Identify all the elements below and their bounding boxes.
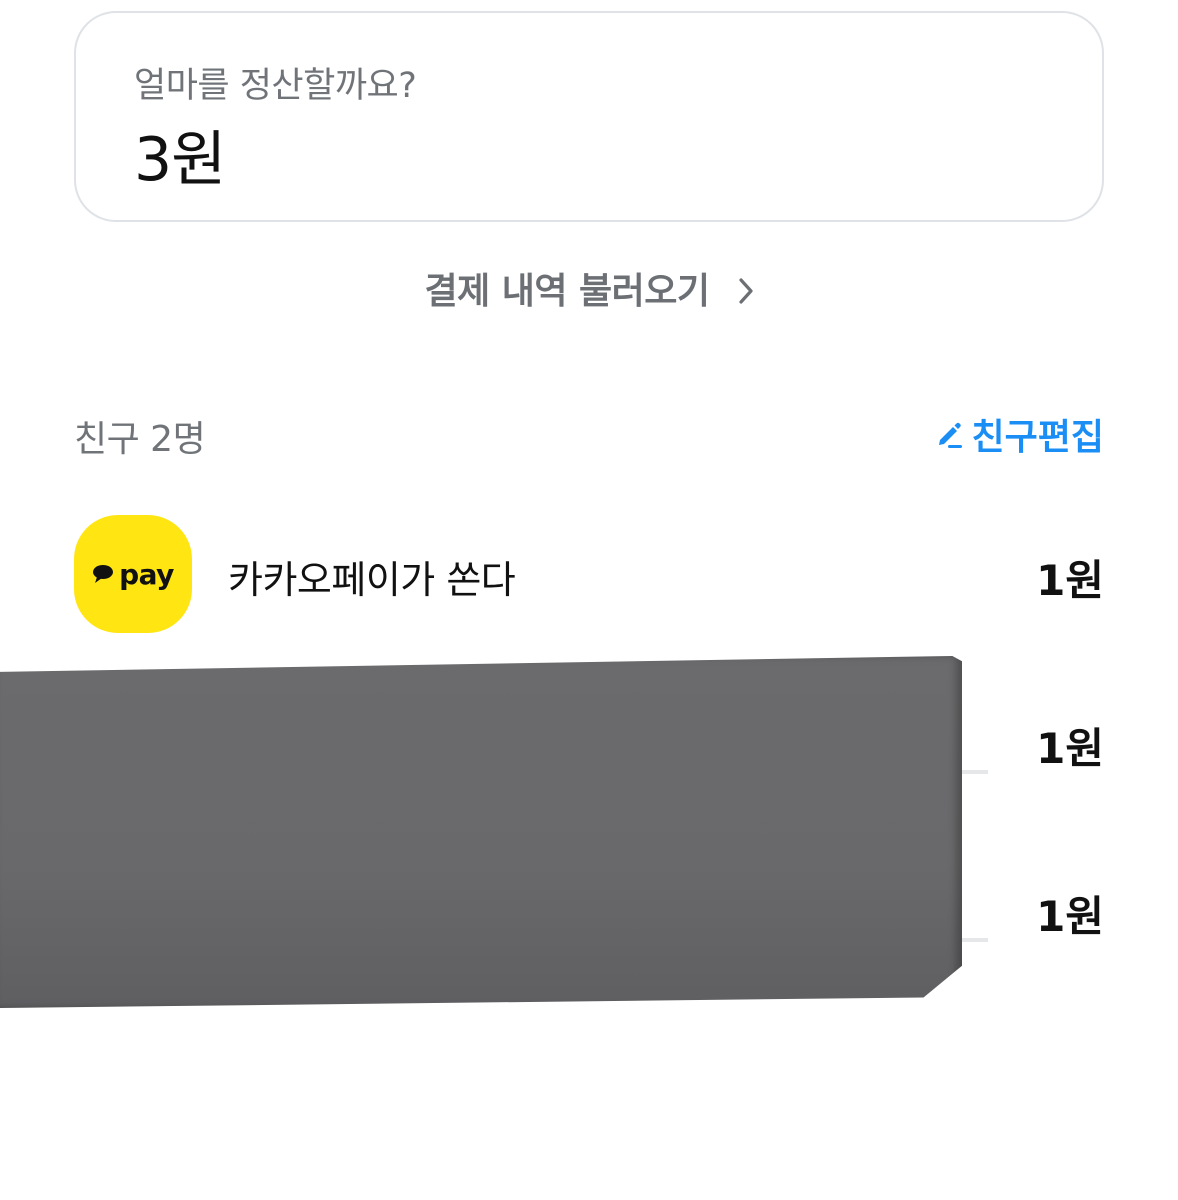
friend-name: 카카오페이가 쏜다 bbox=[228, 558, 516, 602]
friends-count-label: 친구 2명 bbox=[74, 419, 206, 460]
redaction-block bbox=[0, 656, 962, 1008]
settlement-screen: 얼마를 정산할까요? 3원 결제 내역 불러오기 친구 2명 친구편집 pay bbox=[0, 0, 1178, 1200]
amount-value[interactable]: 3원 bbox=[134, 111, 226, 198]
amount-question-label: 얼마를 정산할까요? bbox=[134, 66, 417, 106]
amount-input-underline bbox=[958, 770, 988, 774]
speech-bubble-icon bbox=[93, 565, 114, 583]
friend-amount[interactable]: 1원 bbox=[1036, 547, 1104, 608]
chevron-right-icon bbox=[738, 273, 754, 314]
load-payment-history-link[interactable]: 결제 내역 불러오기 bbox=[0, 262, 1178, 314]
amount-input-card[interactable]: 얼마를 정산할까요? 3원 bbox=[74, 11, 1104, 222]
friend-amount[interactable]: 1원 bbox=[1036, 883, 1104, 944]
amount-input-underline bbox=[958, 938, 988, 942]
edit-friends-label: 친구편집 bbox=[971, 417, 1104, 458]
pencil-icon bbox=[938, 422, 962, 448]
friend-row-kakaopay[interactable]: pay 카카오페이가 쏜다 1원 bbox=[74, 515, 1104, 635]
kakaopay-logo-text: pay bbox=[119, 557, 174, 591]
kakaopay-avatar: pay bbox=[74, 515, 192, 633]
kakaopay-logo: pay bbox=[92, 558, 174, 591]
load-payment-history-label: 결제 내역 불러오기 bbox=[424, 271, 710, 312]
edit-friends-button[interactable]: 친구편집 bbox=[934, 408, 1104, 460]
friend-amount[interactable]: 1원 bbox=[1036, 715, 1104, 776]
